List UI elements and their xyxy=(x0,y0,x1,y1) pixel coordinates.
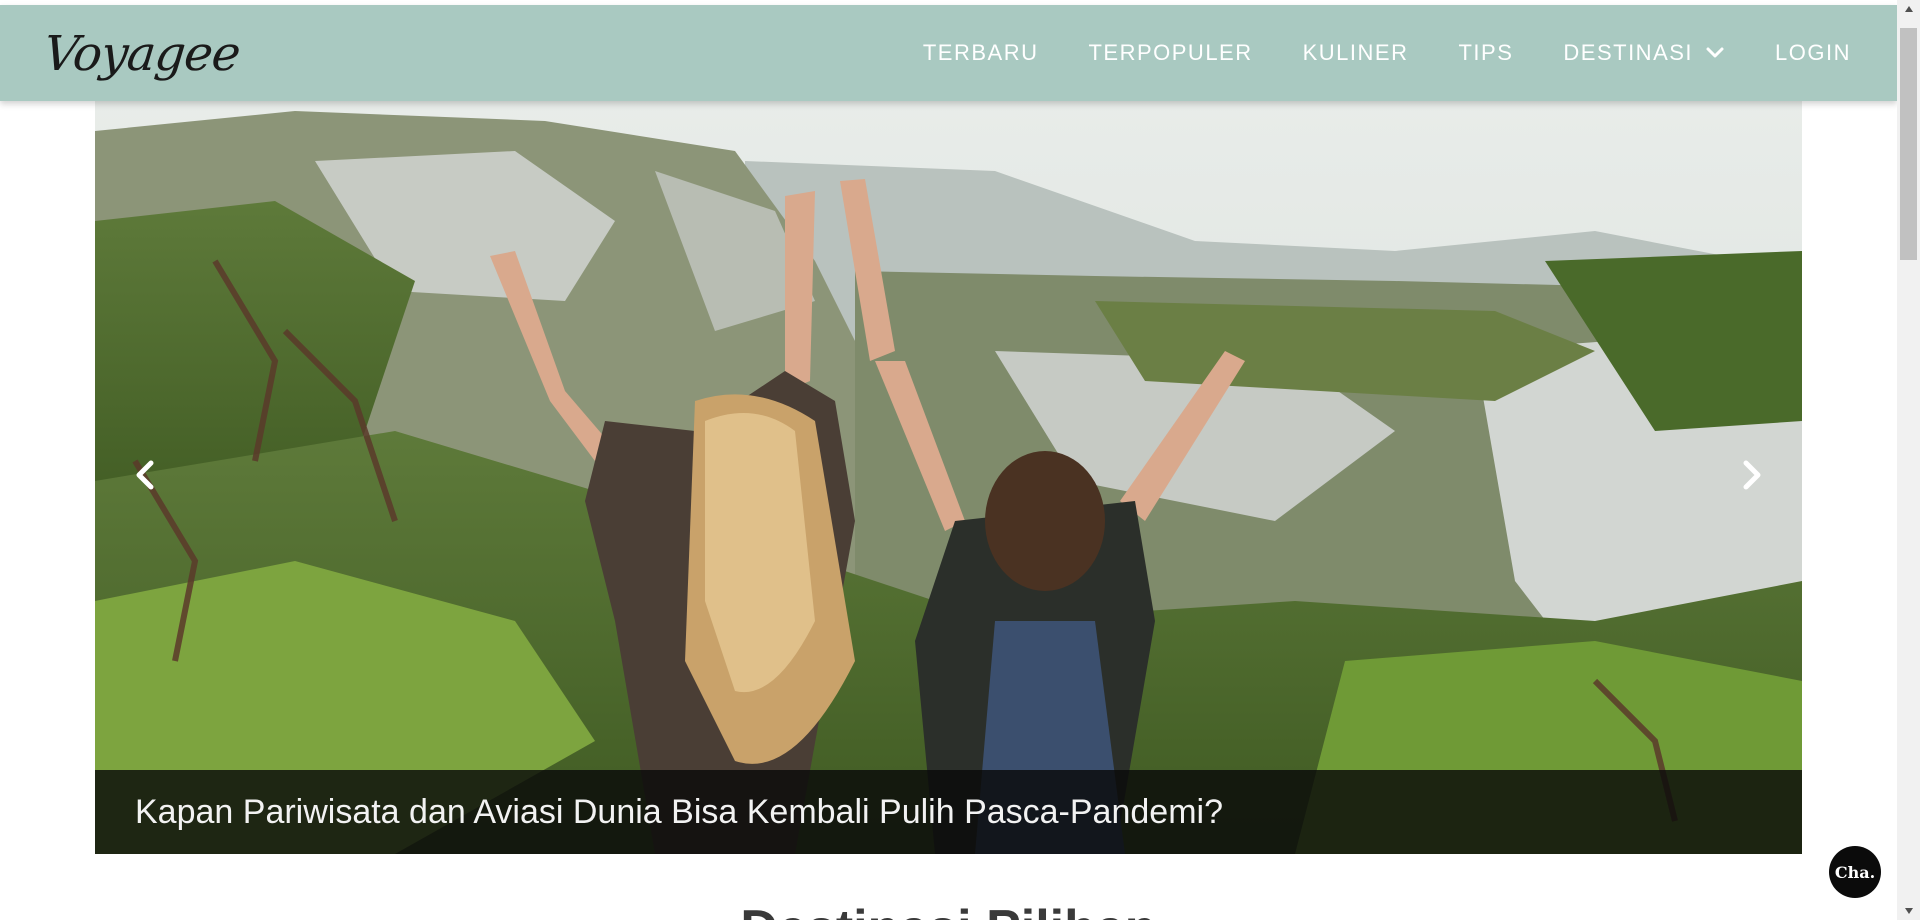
scroll-down-icon[interactable] xyxy=(1897,902,1920,920)
scrollbar-thumb[interactable] xyxy=(1900,28,1917,260)
nav-item-kuliner[interactable]: KULINER xyxy=(1303,40,1409,66)
main-nav: TERBARU TERPOPULER KULINER TIPS DESTINAS… xyxy=(873,5,1851,101)
hero-caption-text[interactable]: Kapan Pariwisata dan Aviasi Dunia Bisa K… xyxy=(135,770,1223,854)
carousel-prev-button[interactable] xyxy=(125,455,165,495)
nav-item-label: KULINER xyxy=(1302,40,1409,65)
chevron-left-icon xyxy=(136,460,154,490)
nav-item-tips[interactable]: TIPS xyxy=(1458,40,1513,66)
nav-item-destinasi[interactable]: DESTINASI xyxy=(1563,40,1725,66)
nav-item-label: TERPOPULER xyxy=(1088,40,1253,65)
logo[interactable]: Voyagee xyxy=(40,19,243,89)
hero-caption[interactable]: Kapan Pariwisata dan Aviasi Dunia Bisa K… xyxy=(95,770,1802,854)
nav-item-label: TERBARU xyxy=(922,40,1039,65)
chevron-down-icon xyxy=(1706,47,1724,58)
nav-item-label: TIPS xyxy=(1458,40,1514,65)
nav-item-label: LOGIN xyxy=(1775,40,1851,65)
nav-item-terbaru[interactable]: TERBARU xyxy=(923,40,1039,66)
page: Voyagee TERBARU TERPOPULER KULINER TIPS … xyxy=(0,0,1897,920)
scrollbar[interactable] xyxy=(1897,0,1920,920)
nav-item-login[interactable]: LOGIN xyxy=(1775,40,1851,66)
scroll-up-icon[interactable] xyxy=(1897,0,1920,18)
navbar: Voyagee TERBARU TERPOPULER KULINER TIPS … xyxy=(0,5,1897,101)
nav-item-terpopuler[interactable]: TERPOPULER xyxy=(1088,40,1252,66)
nav-item-label: DESTINASI xyxy=(1563,40,1694,65)
hero-carousel: Kapan Pariwisata dan Aviasi Dunia Bisa K… xyxy=(95,101,1802,854)
hero-image xyxy=(95,101,1802,854)
section-title: Destinasi Pilihan xyxy=(0,895,1897,920)
carousel-next-button[interactable] xyxy=(1732,455,1772,495)
chat-button[interactable]: Cha. xyxy=(1829,846,1881,898)
chevron-right-icon xyxy=(1743,460,1761,490)
